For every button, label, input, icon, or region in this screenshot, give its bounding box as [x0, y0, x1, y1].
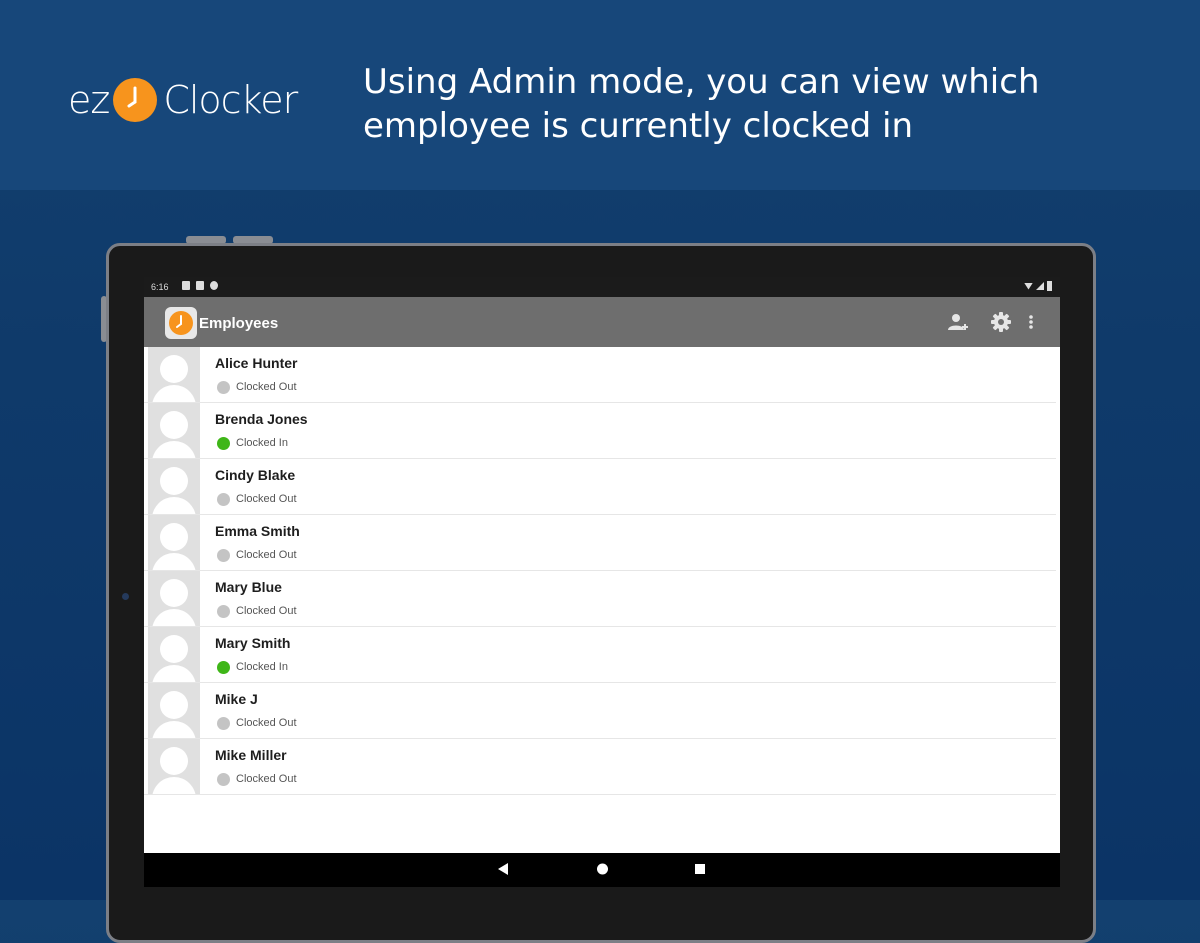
- employee-status: Clocked Out: [236, 717, 297, 729]
- avatar: [148, 515, 200, 570]
- employee-status: Clocked Out: [236, 549, 297, 561]
- employee-status: Clocked Out: [236, 381, 297, 393]
- employee-status: Clocked Out: [236, 605, 297, 617]
- ezclocker-logo: ez Clocker: [68, 76, 298, 124]
- signal-icon: [1036, 282, 1044, 290]
- promo-header: ez Clocker Using Admin mode, you can vie…: [0, 0, 1200, 190]
- employee-row[interactable]: Mary Smith Clocked In: [144, 627, 1056, 683]
- employee-row[interactable]: Cindy Blake Clocked Out: [144, 459, 1056, 515]
- employee-row[interactable]: Mary Blue Clocked Out: [144, 571, 1056, 627]
- avatar: [148, 627, 200, 682]
- promo-headline: Using Admin mode, you can view which emp…: [363, 60, 1083, 148]
- employee-name: Mike Miller: [215, 747, 287, 763]
- employee-name: Alice Hunter: [215, 355, 298, 371]
- employee-name: Cindy Blake: [215, 467, 296, 483]
- status-indicator-icon: [217, 773, 230, 786]
- recents-icon[interactable]: [694, 862, 706, 881]
- employee-name: Mary Blue: [215, 579, 282, 595]
- add-person-icon[interactable]: [946, 310, 970, 334]
- employee-status: Clocked In: [236, 437, 288, 449]
- employee-list: Alice Hunter Clocked Out Brenda Jones Clock…: [144, 347, 1060, 795]
- logo-text-ez: ez: [68, 78, 110, 122]
- employee-row[interactable]: Brenda Jones Clocked In: [144, 403, 1056, 459]
- gear-icon[interactable]: [989, 310, 1013, 334]
- employee-row[interactable]: Mike J Clocked Out: [144, 683, 1056, 739]
- back-icon[interactable]: [497, 862, 509, 881]
- system-icons: [1024, 281, 1052, 291]
- status-indicator-icon: [217, 437, 230, 450]
- status-indicator-icon: [217, 661, 230, 674]
- employee-name: Brenda Jones: [215, 411, 308, 427]
- status-indicator-icon: [217, 605, 230, 618]
- avatar: [148, 571, 200, 626]
- headline-line-1: Using Admin mode, you can view which: [363, 62, 1040, 102]
- sd-card-icon: [196, 281, 204, 290]
- avatar: [148, 739, 200, 794]
- employee-status: Clocked In: [236, 661, 288, 673]
- avatar: [148, 459, 200, 514]
- sync-icon: [210, 281, 218, 290]
- app-title: Employees: [199, 315, 279, 332]
- logo-clock-icon: [113, 78, 158, 122]
- wifi-icon: [1024, 282, 1033, 290]
- status-indicator-icon: [217, 381, 230, 394]
- tablet-camera: [122, 593, 129, 600]
- status-indicator-icon: [217, 493, 230, 506]
- more-vert-icon[interactable]: [1025, 310, 1037, 334]
- employee-name: Emma Smith: [215, 523, 300, 539]
- app-bar: Employees: [144, 297, 1060, 347]
- battery-icon: [1047, 281, 1052, 291]
- status-indicator-icon: [217, 549, 230, 562]
- home-icon[interactable]: [596, 862, 609, 881]
- employee-name: Mary Smith: [215, 635, 291, 651]
- employee-name: Mike J: [215, 691, 258, 707]
- employee-row[interactable]: Alice Hunter Clocked Out: [144, 347, 1056, 403]
- headline-line-2: employee is currently clocked in: [363, 106, 914, 146]
- tablet-screen: 6:16 Employees Alice Hunter Clocked Out …: [144, 277, 1060, 887]
- avatar: [148, 403, 200, 458]
- notification-icons: [182, 281, 218, 290]
- status-bar: 6:16: [144, 277, 1060, 297]
- employee-row[interactable]: Mike Miller Clocked Out: [144, 739, 1056, 795]
- employee-status: Clocked Out: [236, 773, 297, 785]
- notification-icon: [182, 281, 190, 290]
- employee-row[interactable]: Emma Smith Clocked Out: [144, 515, 1056, 571]
- logo-text-clocker: Clocker: [163, 78, 298, 122]
- status-indicator-icon: [217, 717, 230, 730]
- avatar: [148, 683, 200, 738]
- status-time: 6:16: [151, 282, 169, 292]
- avatar: [148, 347, 200, 402]
- employee-status: Clocked Out: [236, 493, 297, 505]
- app-logo-icon: [165, 307, 197, 339]
- navigation-bar: [144, 853, 1060, 887]
